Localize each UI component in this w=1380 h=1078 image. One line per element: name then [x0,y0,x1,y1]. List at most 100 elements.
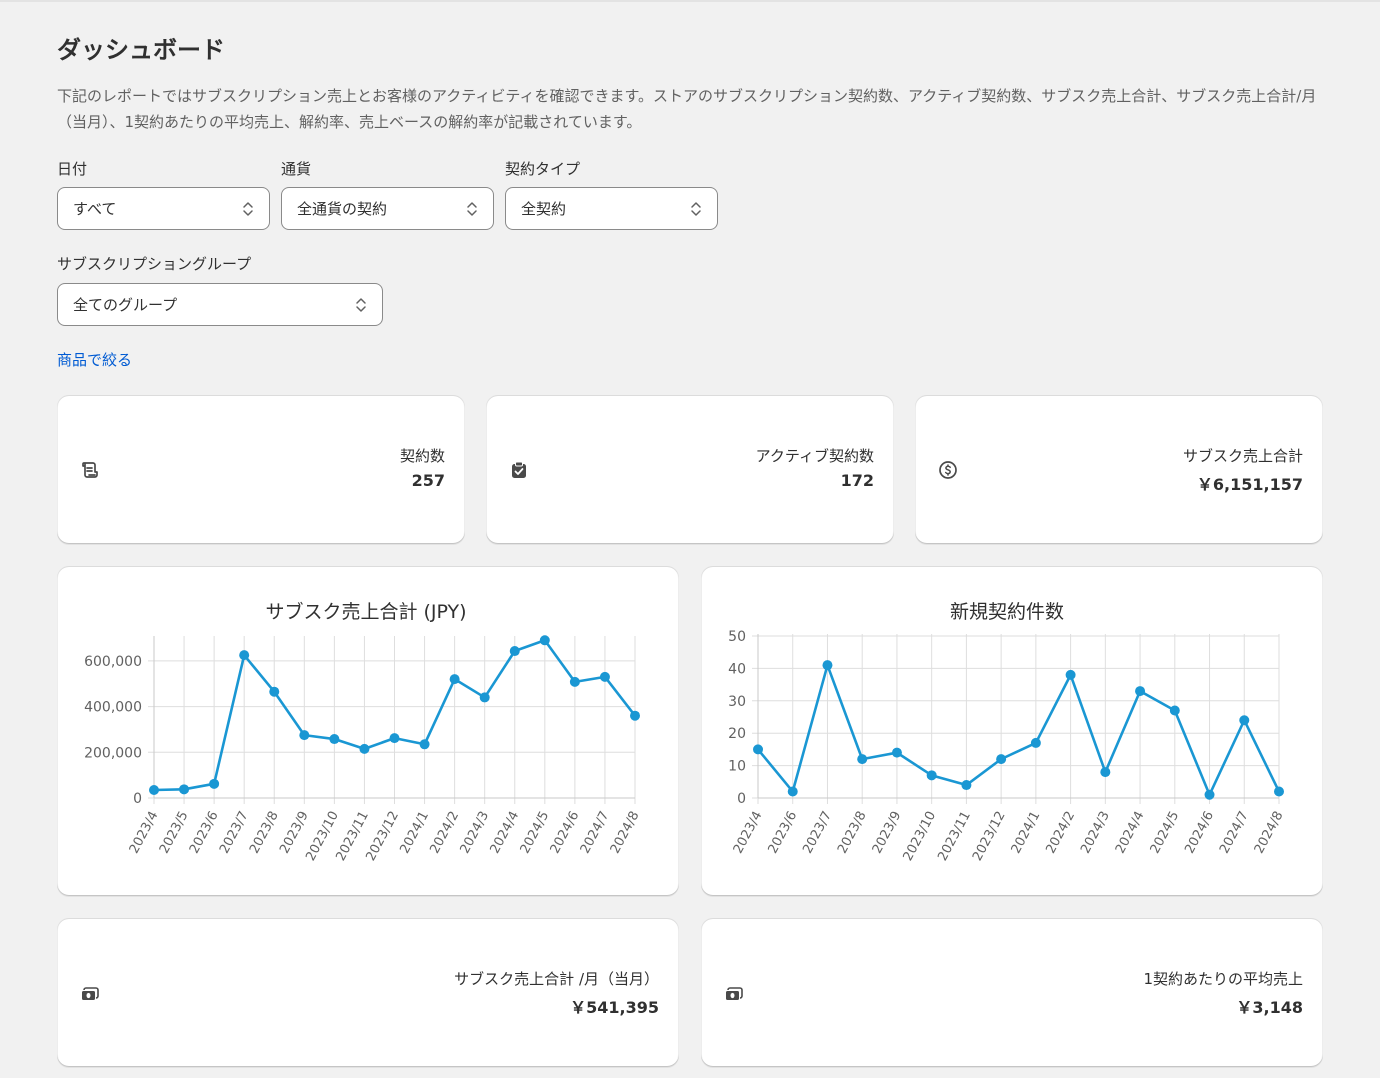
y-tick-label: 20 [728,726,746,742]
active-contracts-value: 172 [840,471,874,490]
group-select[interactable]: 全てのグループ [57,283,383,326]
data-point[interactable] [857,754,868,765]
monthly-revenue-card: サブスク売上合計 /月（当月） ￥541,395 [57,918,679,1067]
series-line [756,663,1281,797]
x-tick-label: 2024/8 [608,809,643,856]
group-filter-label: サブスクリプショングループ [57,255,252,273]
data-point[interactable] [822,660,833,671]
currency-select[interactable]: 全通貨の契約 [281,187,494,230]
data-point[interactable] [509,646,520,657]
x-tick-label: 2024/8 [1252,809,1287,856]
data-point[interactable] [961,780,972,791]
total-revenue-card: サブスク売上合計 ￥6,151,157 [915,395,1323,544]
x-tick-label: 2023/9 [870,809,905,856]
x-tick-label: 2023/11 [935,809,974,864]
data-point[interactable] [1204,789,1215,800]
x-tick-label: 2023/7 [800,809,835,856]
y-tick-label: 30 [728,694,746,710]
x-tick-label: 2024/1 [1009,809,1044,856]
data-point[interactable] [1169,705,1180,716]
revenue-chart-card: サブスク売上合計 (JPY) 0 200,000 400,000 600,000 2023… [57,566,679,896]
data-point[interactable] [359,743,370,754]
contracts-value: 257 [411,471,445,490]
date-select[interactable]: すべて [57,187,270,230]
top-border [0,0,1380,2]
data-point[interactable] [209,778,220,789]
y-tick-label: 50 [728,629,746,645]
y-tick-label: 10 [728,759,746,775]
x-tick-label: 2024/3 [1078,809,1113,856]
data-point[interactable] [753,744,763,755]
x-tick-label: 2023/12 [970,809,1009,864]
data-point[interactable] [539,635,550,646]
currency-filter-label: 通貨 [281,160,312,178]
y-tick-label: 40 [728,661,746,677]
data-point[interactable] [787,786,798,797]
y-tick-label: 600,000 [84,654,142,670]
select-chevron-icon [467,202,477,216]
data-point[interactable] [449,674,460,685]
data-point[interactable] [599,671,610,682]
x-tick-label: 2024/7 [1217,809,1252,856]
cash-icon [725,987,743,1001]
data-point[interactable] [1274,786,1284,797]
revenue-line-chart: サブスク売上合計 (JPY)0200,000400,000600,0002023… [84,600,643,864]
date-select-value: すべて [73,200,117,218]
dollar-circle-icon [939,461,957,479]
active-contracts-card: アクティブ契約数 172 [486,395,894,544]
receipt-icon [82,462,98,478]
x-tick-label: 2023/4 [731,809,766,856]
data-point[interactable] [1030,737,1041,748]
group-select-value: 全てのグループ [73,296,178,314]
contracts-card: 契約数 257 [57,395,465,544]
data-point[interactable] [149,785,159,795]
y-tick-label: 400,000 [84,700,142,716]
page-title: ダッシュボード [57,36,225,64]
data-point[interactable] [239,650,250,661]
contract-type-filter-label: 契約タイプ [505,160,581,178]
total-revenue-label: サブスク売上合計 [1182,447,1303,465]
data-point[interactable] [419,739,430,750]
data-point[interactable] [299,730,310,741]
select-chevron-icon [691,202,701,216]
select-chevron-icon [356,298,366,312]
y-tick-label: 200,000 [84,745,142,761]
page-description: 下記のレポートではサブスクリプション売上とお客様のアクティビティを確認できます。… [57,87,1317,131]
data-point[interactable] [926,770,937,781]
chart-title: サブスク売上合計 (JPY) [265,600,466,623]
data-point[interactable] [996,754,1007,765]
x-tick-label: 2023/6 [766,809,801,856]
data-point[interactable] [891,747,902,758]
data-point[interactable] [179,784,190,795]
data-point[interactable] [1100,767,1111,778]
chart-title: 新規契約件数 [950,601,1064,623]
x-tick-label: 2024/2 [1043,809,1078,856]
select-chevron-icon [243,202,253,216]
data-point[interactable] [630,710,640,721]
total-revenue-value: ￥6,151,157 [1196,475,1303,494]
filter-by-product-link[interactable]: 商品で絞る [57,349,132,370]
data-point[interactable] [389,733,400,744]
avg-revenue-label: 1契約あたりの平均売上 [1143,970,1303,988]
data-point[interactable] [329,734,340,745]
data-point[interactable] [479,692,490,703]
x-tick-label: 2024/4 [1113,809,1148,856]
new-contracts-chart-card: 新規契約件数 0 10 20 30 40 50 2023/4 2023/6 2023/7 2023/… [701,566,1323,896]
x-tick-label: 2024/6 [1182,809,1217,856]
contracts-label: 契約数 [399,447,445,465]
data-point[interactable] [1065,669,1076,680]
x-tick-label: 2023/10 [901,809,940,864]
new-contracts-line-chart: 新規契約件数010203040502023/4 2023/6 2023/7 2023/… [728,601,1287,864]
cash-icon [81,987,99,1001]
x-tick-label: 2024/5 [1148,809,1183,856]
clipboard-check-icon [512,461,526,478]
date-filter-label: 日付 [57,160,88,178]
monthly-revenue-value: ￥541,395 [570,998,659,1017]
data-point[interactable] [1239,715,1250,726]
data-point[interactable] [569,676,580,687]
data-point[interactable] [269,686,280,697]
data-point[interactable] [1135,686,1146,697]
active-contracts-label: アクティブ契約数 [755,447,874,465]
contract-type-select[interactable]: 全契約 [505,187,718,230]
contract-type-select-value: 全契約 [521,200,567,218]
